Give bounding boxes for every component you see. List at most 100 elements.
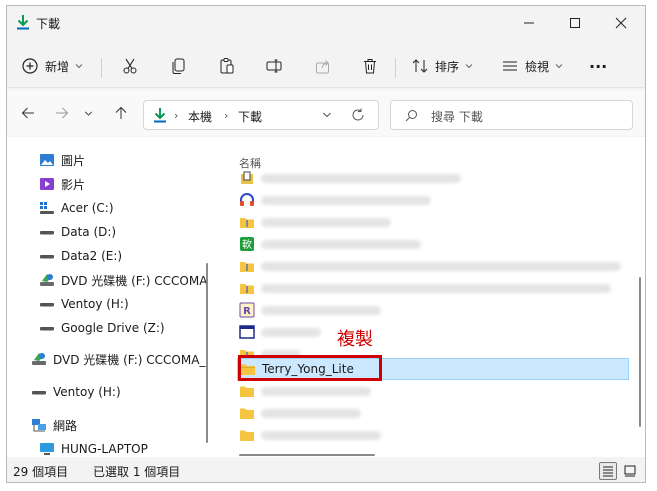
nav-item-drive-c[interactable]: Acer (C:) [39, 197, 114, 219]
nav-item-drive-d[interactable]: Data (D:) [39, 221, 116, 243]
file-row[interactable] [237, 167, 629, 189]
chevron-down-icon [75, 64, 83, 69]
file-name-blurred [261, 327, 321, 337]
horizontal-scrollbar[interactable] [239, 454, 375, 456]
dvd-icon [32, 353, 46, 365]
nav-item-dvd-f[interactable]: DVD 光碟機 (F:) CCCOMA [39, 269, 207, 291]
back-button[interactable] [17, 102, 39, 124]
cut-button[interactable] [121, 52, 139, 80]
nav-label: Ventoy (H:) [53, 385, 121, 399]
file-row[interactable] [237, 255, 629, 277]
sort-icon [412, 59, 428, 73]
new-button[interactable]: 新增 [21, 52, 83, 80]
vertical-scrollbar[interactable] [639, 277, 641, 427]
chevron-right-icon: › [224, 109, 229, 122]
share-button[interactable] [314, 52, 332, 80]
nav-label: HUNG-LAPTOP [61, 442, 148, 456]
drive-icon [40, 231, 54, 235]
close-button[interactable] [598, 6, 644, 40]
nav-item-dvd-f-root[interactable]: DVD 光碟機 (F:) CCCOMA_ [31, 348, 205, 370]
nav-item-network[interactable]: 網路 [31, 414, 77, 436]
navigation-pane: 圖片 影片 Acer (C:) Data (D:) Data2 (E:) DVD… [7, 137, 212, 457]
toolbar-divider [101, 58, 102, 78]
view-button[interactable]: 檢視 [501, 52, 563, 80]
nav-label: DVD 光碟機 (F:) CCCOMA [61, 273, 208, 288]
arrow-up-icon [115, 106, 127, 119]
window-app-icon [239, 325, 255, 339]
drive-icon [40, 255, 54, 259]
paste-button[interactable] [218, 52, 236, 80]
rename-button[interactable] [265, 52, 283, 80]
nav-item-ventoy-h-root[interactable]: Ventoy (H:) [31, 381, 121, 403]
nav-item-pictures[interactable]: 圖片 [39, 149, 85, 171]
file-row[interactable] [237, 424, 629, 446]
svg-text:R: R [243, 306, 251, 317]
nav-item-videos[interactable]: 影片 [39, 173, 85, 195]
pictures-icon [40, 154, 54, 166]
content-area: 圖片 影片 Acer (C:) Data (D:) Data2 (E:) DVD… [7, 137, 645, 457]
breadcrumb-this-pc[interactable]: 本機 [188, 108, 212, 125]
file-row[interactable] [237, 189, 629, 211]
file-row[interactable] [237, 321, 629, 343]
details-view-button[interactable] [599, 462, 617, 480]
plus-circle-icon [22, 58, 38, 74]
chevron-down-icon [84, 111, 92, 116]
nav-item-ventoy-h[interactable]: Ventoy (H:) [39, 293, 129, 315]
tiles-view-button[interactable] [621, 462, 639, 480]
forward-button[interactable] [51, 102, 73, 124]
search-box[interactable]: 搜尋 下載 [390, 100, 633, 130]
copy-icon [172, 58, 185, 74]
installer-icon: R [239, 302, 255, 318]
nav-label: Acer (C:) [61, 201, 114, 215]
archive-icon [241, 171, 253, 184]
file-name-blurred [261, 283, 611, 293]
navigation-scrollbar[interactable] [206, 263, 208, 443]
up-button[interactable] [110, 102, 132, 124]
nav-label: Data2 (E:) [61, 249, 123, 263]
file-name-blurred [261, 261, 621, 271]
file-row[interactable] [237, 402, 629, 424]
nav-item-drive-e[interactable]: Data2 (E:) [39, 245, 122, 267]
breadcrumb-downloads[interactable]: 下載 [238, 108, 262, 125]
minimize-icon [524, 22, 534, 24]
arrow-left-icon [21, 107, 34, 119]
svg-text:軟: 軟 [242, 238, 252, 251]
file-row[interactable] [237, 277, 629, 299]
maximize-button[interactable] [552, 6, 598, 40]
nav-label: Ventoy (H:) [61, 297, 129, 311]
minimize-button[interactable] [506, 6, 552, 40]
delete-button[interactable] [361, 52, 379, 80]
file-row[interactable]: 軟 [237, 233, 629, 255]
nav-label: Data (D:) [61, 225, 117, 239]
drive-icon [40, 303, 54, 307]
folder-icon [240, 430, 254, 441]
refresh-icon[interactable] [351, 108, 365, 122]
videos-icon [40, 178, 54, 190]
drive-icon [32, 391, 46, 395]
computer-icon [40, 443, 54, 455]
zip-folder-icon [240, 262, 254, 272]
trash-icon [364, 59, 376, 74]
file-row[interactable]: R [237, 299, 629, 321]
share-icon [316, 60, 329, 74]
nav-item-hung-laptop[interactable]: HUNG-LAPTOP [39, 438, 148, 460]
zip-folder-icon [240, 284, 254, 294]
scissors-icon [123, 58, 137, 74]
file-name-blurred [261, 386, 371, 396]
more-options-button[interactable]: ··· [589, 52, 607, 80]
file-name-blurred [261, 217, 391, 227]
download-icon [154, 108, 166, 123]
title-bar: 下載 [7, 6, 645, 40]
sort-button[interactable]: 排序 [411, 52, 473, 80]
file-name-blurred [261, 430, 381, 440]
more-label: ··· [589, 56, 608, 76]
file-row[interactable] [237, 380, 629, 402]
search-icon [405, 110, 417, 122]
folder-icon [240, 408, 254, 419]
copy-button[interactable] [170, 52, 188, 80]
address-bar[interactable]: › 本機 › 下載 [143, 100, 379, 130]
file-row[interactable] [237, 211, 629, 233]
chevron-down-icon[interactable] [322, 110, 332, 120]
nav-item-google-drive-z[interactable]: Google Drive (Z:) [39, 317, 165, 339]
recent-locations-button[interactable] [81, 102, 95, 124]
